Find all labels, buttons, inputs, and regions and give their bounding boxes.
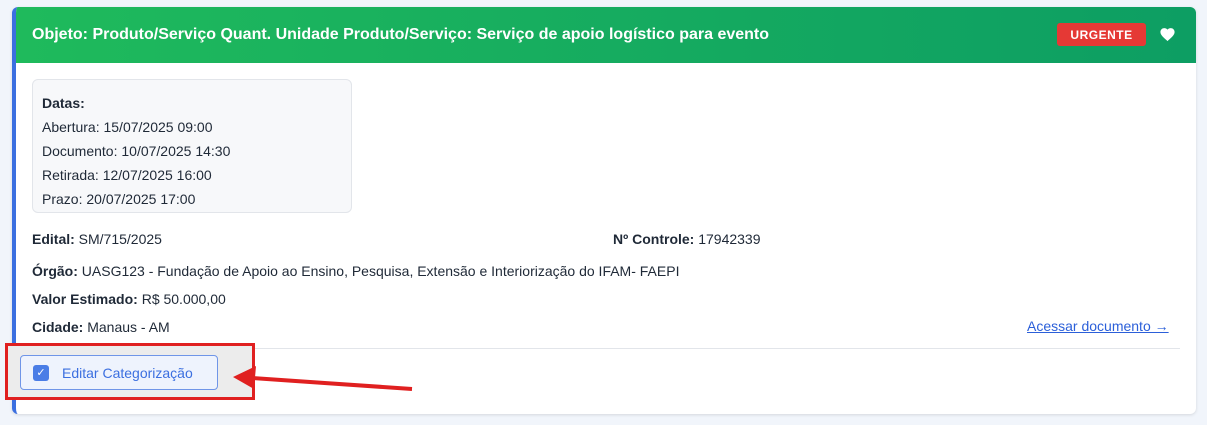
date-retirada: Retirada: 12/07/2025 16:00 (42, 163, 342, 187)
valor-label: Valor Estimado: (32, 291, 138, 307)
date-documento: Documento: 10/07/2025 14:30 (42, 139, 342, 163)
heart-icon[interactable] (1159, 26, 1176, 43)
date-abertura-value: 15/07/2025 09:00 (103, 119, 213, 135)
cidade-row: Cidade: Manaus - AM (32, 319, 170, 335)
date-retirada-value: 12/07/2025 16:00 (102, 167, 212, 183)
checkbox-icon: ✓ (33, 364, 49, 381)
date-prazo-value: 20/07/2025 17:00 (86, 191, 196, 207)
access-document-link[interactable]: Acessar documento → (1027, 318, 1169, 334)
date-abertura: Abertura: 15/07/2025 09:00 (42, 115, 342, 139)
orgao-value: UASG123 - Fundação de Apoio ao Ensino, P… (81, 263, 680, 279)
date-retirada-label: Retirada: (42, 167, 99, 183)
edital-label: Edital: (32, 231, 75, 247)
controle-row: Nº Controle: 17942339 (613, 231, 761, 247)
controle-value: 17942339 (698, 231, 761, 247)
edit-categorization-button[interactable]: ✓ Editar Categorização (20, 355, 218, 390)
date-prazo: Prazo: 20/07/2025 17:00 (42, 187, 342, 211)
date-abertura-label: Abertura: (42, 119, 100, 135)
card-header: Objeto: Produto/Serviço Quant. Unidade P… (16, 7, 1196, 63)
orgao-label: Órgão: (32, 263, 78, 279)
edit-categorization-label: Editar Categorização (62, 364, 193, 381)
date-documento-label: Documento: (42, 143, 118, 159)
edital-row: Edital: SM/715/2025 (32, 231, 162, 247)
valor-value: R$ 50.000,00 (141, 291, 226, 307)
edital-value: SM/715/2025 (78, 231, 162, 247)
dates-title: Datas: (42, 95, 85, 111)
card-title: Objeto: Produto/Serviço Quant. Unidade P… (32, 26, 770, 43)
cidade-label: Cidade: (32, 319, 84, 335)
valor-row: Valor Estimado: R$ 50.000,00 (32, 291, 226, 307)
date-documento-value: 10/07/2025 14:30 (121, 143, 231, 159)
orgao-row: Órgão: UASG123 - Fundação de Apoio ao En… (32, 263, 679, 279)
dates-box: Datas: Abertura: 15/07/2025 09:00 Docume… (32, 79, 352, 213)
controle-label: Nº Controle: (613, 231, 695, 247)
urgent-badge: URGENTE (1057, 23, 1146, 46)
cidade-value: Manaus - AM (87, 319, 170, 335)
date-prazo-label: Prazo: (42, 191, 83, 207)
